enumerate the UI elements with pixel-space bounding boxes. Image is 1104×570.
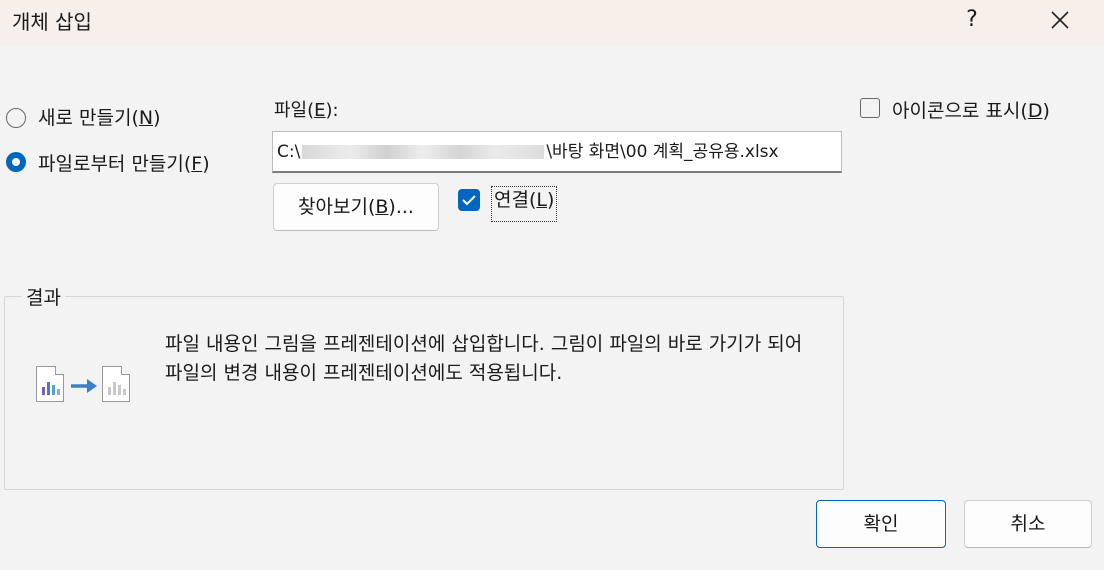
close-button[interactable] — [1040, 4, 1080, 36]
linked-document-icon — [102, 366, 130, 402]
title-bar: 개체 삽입 ? — [0, 0, 1104, 46]
result-group — [4, 296, 844, 490]
checkmark-icon — [462, 195, 476, 206]
display-as-icon-label[interactable]: 아이콘으로 표시(D) — [892, 96, 1050, 123]
file-path-end: \바탕 화면\00 계획_공유용.xlsx — [546, 142, 779, 162]
create-from-file-radio[interactable] — [6, 152, 26, 172]
file-label: 파일(E): — [274, 100, 339, 121]
source-document-icon — [36, 366, 64, 402]
link-label[interactable]: 연결(L) — [491, 186, 558, 222]
browse-button[interactable]: 찾아보기(B)... — [273, 183, 439, 231]
help-button[interactable]: ? — [952, 4, 992, 36]
ok-button[interactable]: 확인 — [816, 500, 946, 548]
file-path-input[interactable]: C:\ \바탕 화면\00 계획_공유용.xlsx — [272, 131, 842, 173]
result-group-label: 결과 — [22, 283, 65, 310]
create-from-file-label[interactable]: 파일로부터 만들기(F) — [38, 149, 210, 176]
result-description: 파일 내용인 그림을 프레젠테이션에 삽입합니다. 그림이 파일의 바로 가기가… — [165, 333, 803, 384]
create-new-label[interactable]: 새로 만들기(N) — [38, 103, 161, 130]
close-icon — [1051, 11, 1069, 29]
redacted-path — [302, 145, 545, 159]
cancel-button[interactable]: 취소 — [964, 500, 1092, 548]
display-as-icon-checkbox[interactable] — [860, 98, 880, 118]
dialog-title: 개체 삽입 — [12, 10, 92, 34]
link-checkbox[interactable] — [458, 189, 480, 211]
arrow-right-icon — [71, 379, 97, 393]
create-new-radio[interactable] — [6, 108, 26, 128]
file-path-start: C:\ — [277, 142, 301, 162]
